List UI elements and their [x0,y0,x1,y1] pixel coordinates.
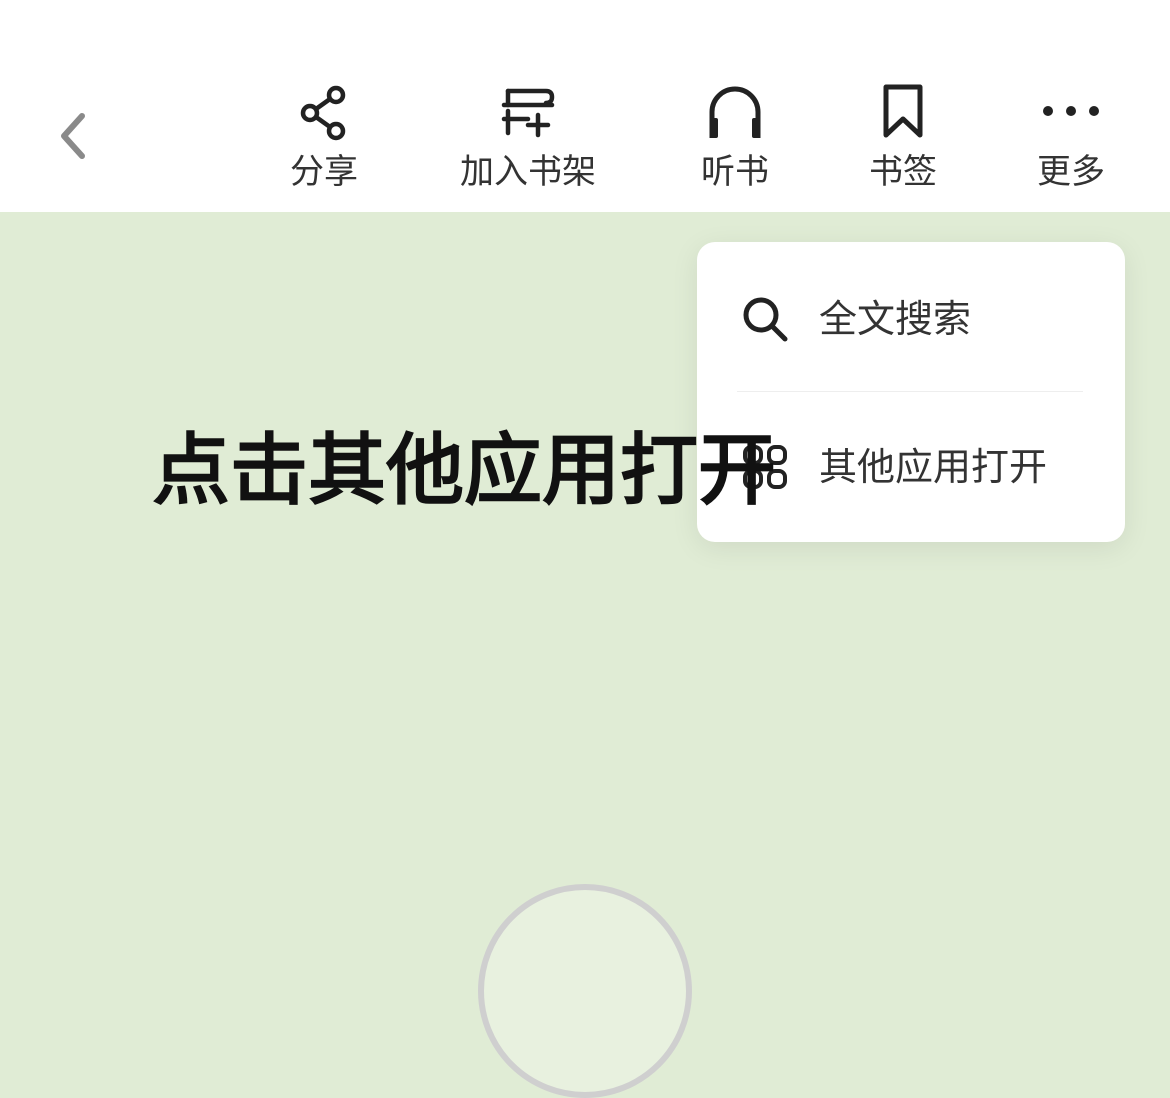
more-label: 更多 [1037,152,1105,192]
menu-item-label: 其他应用打开 [819,445,1048,489]
share-button[interactable]: 分享 [289,78,359,198]
add-to-shelf-icon [495,78,561,144]
add-to-shelf-label: 加入书架 [460,152,596,192]
bookmark-button[interactable]: 书签 [868,78,938,198]
search-icon [735,289,795,349]
bookmark-icon [870,78,936,144]
add-to-shelf-button[interactable]: 加入书架 [456,78,600,198]
home-indicator-ring[interactable] [478,884,692,1098]
headphones-icon [702,78,768,144]
more-button[interactable]: 更多 [1036,78,1106,198]
bookmark-label: 书签 [869,152,937,192]
share-icon [291,78,357,144]
listen-button[interactable]: 听书 [700,78,770,198]
back-button[interactable] [44,100,104,176]
share-label: 分享 [290,152,358,192]
top-toolbar: 分享 加入书架 听书 书签 更多 [0,0,1170,212]
chevron-left-icon [54,108,94,168]
listen-label: 听书 [701,152,769,192]
menu-item-full-text-search[interactable]: 全文搜索 [697,269,1125,369]
menu-divider [737,391,1083,392]
menu-item-label: 全文搜索 [819,297,972,341]
instruction-caption: 点击其他应用打开 [152,426,777,516]
more-icon [1038,78,1104,144]
